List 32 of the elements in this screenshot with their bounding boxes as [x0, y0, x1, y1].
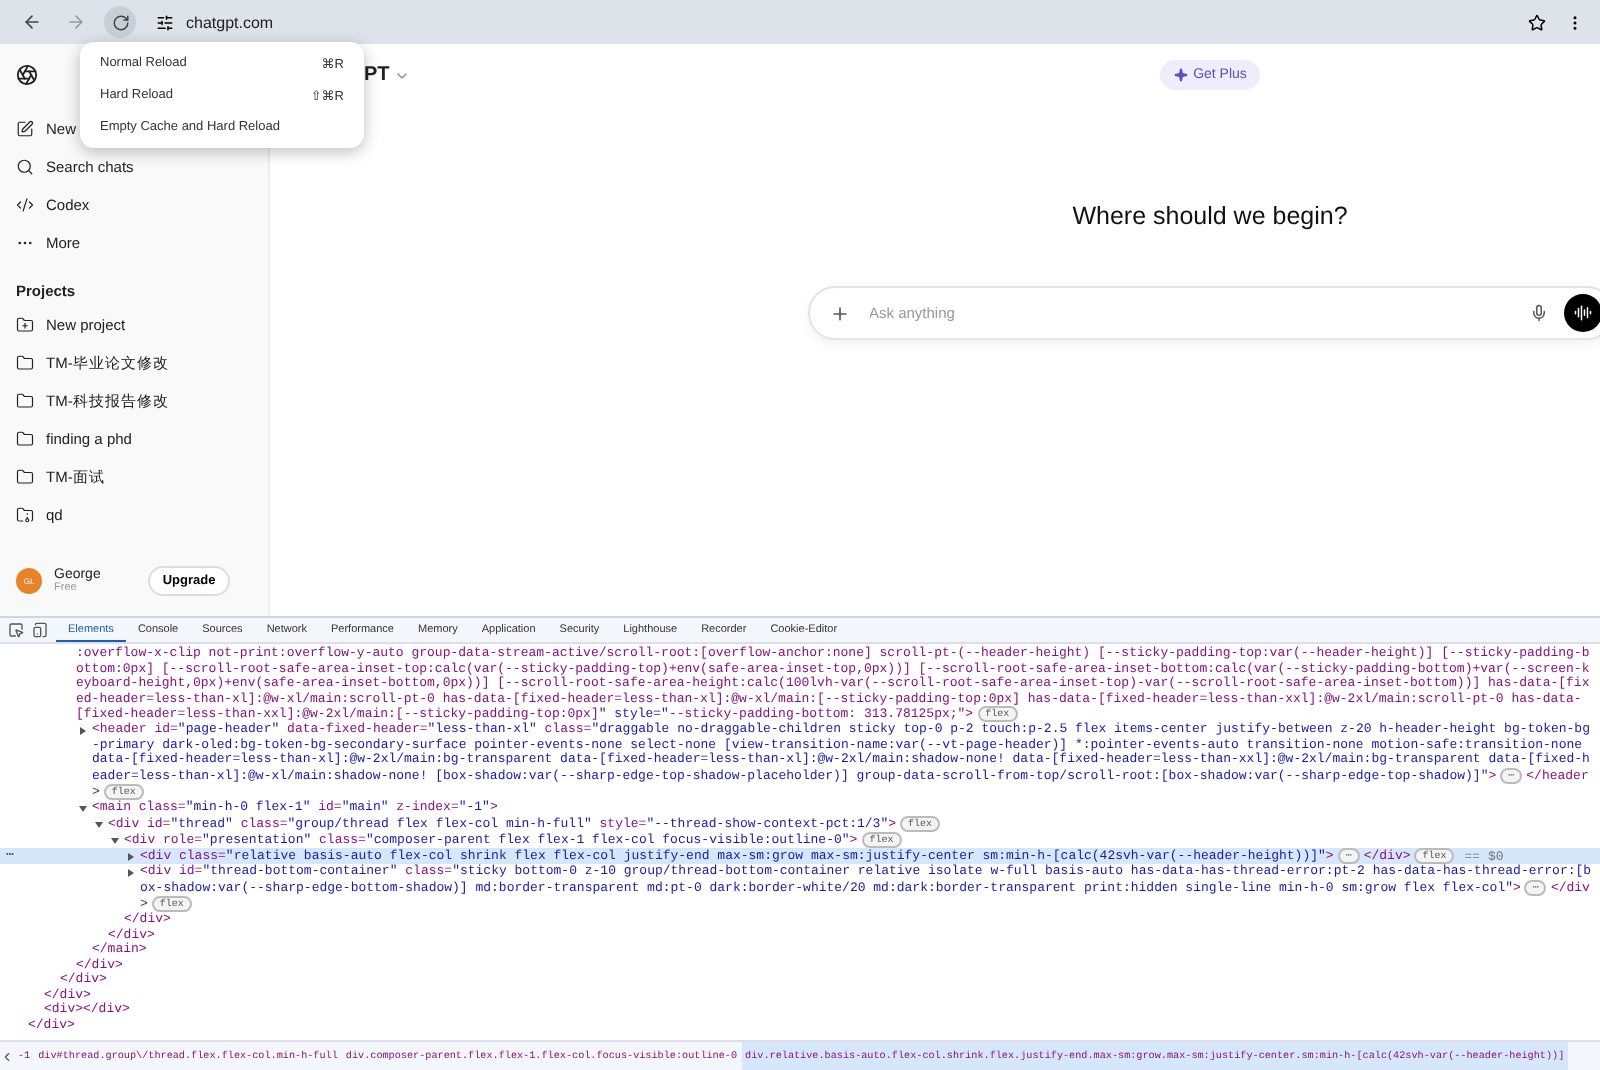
code-icon: [16, 196, 34, 214]
sound-wave-icon: [1573, 304, 1591, 322]
collapsed-triangle-icon[interactable]: [78, 726, 88, 737]
folder-plus-icon: [16, 316, 34, 334]
expanded-triangle-icon[interactable]: [110, 835, 120, 846]
folder-icon: [16, 506, 34, 524]
back-arrow-icon: [22, 12, 42, 32]
voice-button[interactable]: [1563, 294, 1600, 332]
sparkle-icon: [1173, 68, 1188, 82]
inspect-icon[interactable]: [8, 622, 24, 638]
folder-icon: [16, 430, 34, 448]
microphone-icon[interactable]: [1529, 304, 1547, 322]
edit-icon: [16, 120, 34, 138]
aperture-logo-icon[interactable]: [16, 64, 38, 86]
forward-arrow-icon: [66, 12, 86, 32]
page-heading: Where should we begin?: [1072, 202, 1348, 230]
device-icon[interactable]: [32, 622, 48, 638]
folder-icon: [16, 354, 34, 372]
model-selector[interactable]: PT: [364, 64, 410, 86]
search-icon: [16, 158, 34, 176]
star-icon[interactable]: [1528, 13, 1546, 31]
expanded-triangle-icon[interactable]: [78, 804, 88, 815]
collapsed-triangle-icon[interactable]: [126, 868, 136, 879]
site-settings-icon[interactable]: [156, 13, 174, 31]
collapsed-triangle-icon[interactable]: [126, 852, 136, 863]
reload-button[interactable]: [104, 6, 136, 38]
reload-icon: [111, 13, 129, 31]
folder-icon: [16, 392, 34, 410]
expanded-triangle-icon[interactable]: [94, 819, 104, 830]
scroll-left-icon[interactable]: [0, 1049, 14, 1063]
plus-icon[interactable]: [829, 303, 849, 323]
folder-icon: [16, 468, 34, 486]
